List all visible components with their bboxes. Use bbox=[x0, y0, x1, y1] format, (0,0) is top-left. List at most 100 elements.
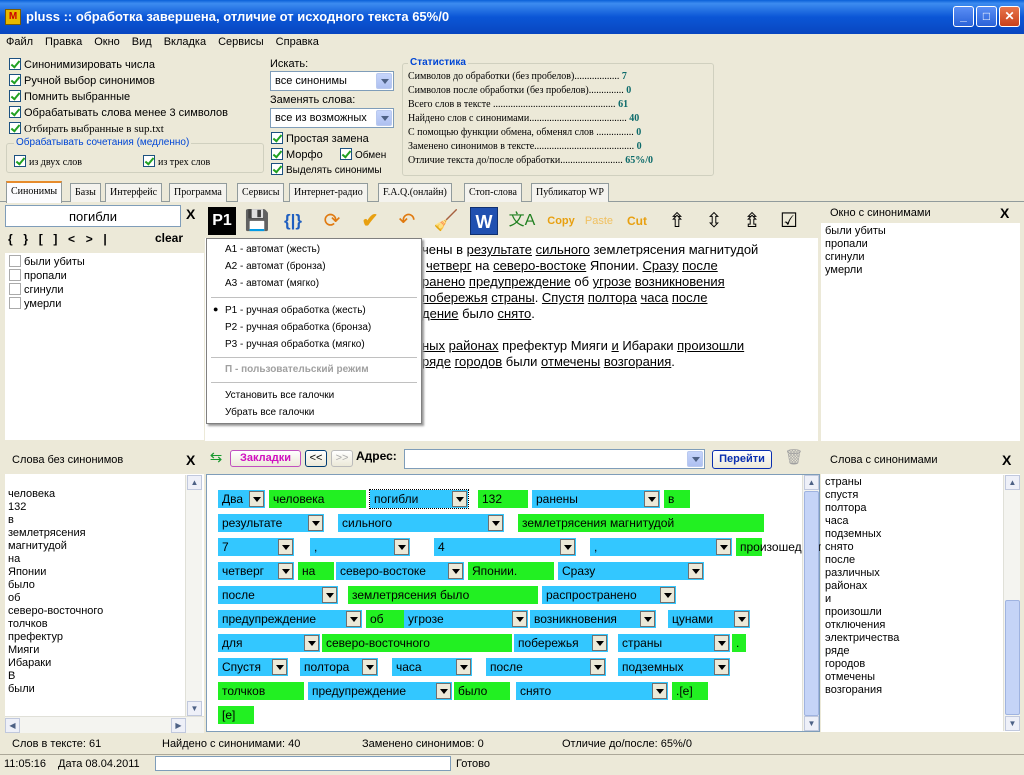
back-button[interactable]: << bbox=[305, 450, 327, 467]
synonym-option[interactable]: были убиты bbox=[9, 255, 200, 269]
words-without-hscrollbar[interactable]: ◀ ▶ bbox=[5, 716, 204, 733]
scroll-down-icon[interactable]: ▼ bbox=[1005, 716, 1020, 731]
word-chip-select[interactable]: часа bbox=[392, 658, 472, 676]
list-item[interactable]: возгорания bbox=[825, 684, 1016, 697]
word-chip-select[interactable]: Спустя bbox=[218, 658, 288, 676]
list-item[interactable]: подземных bbox=[825, 528, 1016, 541]
list-item[interactable]: после bbox=[825, 554, 1016, 567]
word-chip-select[interactable]: результате bbox=[218, 514, 324, 532]
option-morpho[interactable]: Морфо bbox=[271, 148, 323, 161]
symbol-button[interactable]: > bbox=[86, 232, 93, 246]
menu-view[interactable]: Вид bbox=[126, 34, 158, 48]
chevron-down-icon[interactable] bbox=[592, 635, 607, 651]
minimize-button[interactable]: _ bbox=[953, 6, 974, 27]
find-select[interactable]: все синонимы bbox=[270, 71, 394, 91]
list-item[interactable]: ряде bbox=[825, 645, 1016, 658]
chevron-down-icon[interactable] bbox=[452, 491, 467, 507]
check-icon[interactable]: ✔ bbox=[356, 207, 384, 235]
checkbox[interactable] bbox=[14, 155, 26, 167]
list-item[interactable]: пропали bbox=[825, 238, 1016, 251]
list-item[interactable]: 132 bbox=[8, 501, 201, 514]
list-item[interactable]: страны bbox=[825, 476, 1016, 489]
words-without-scrollbar[interactable]: ▲ ▼ bbox=[185, 475, 202, 716]
symbol-button[interactable]: } bbox=[23, 232, 28, 246]
word-chip-select[interactable]: распространено bbox=[542, 586, 676, 604]
menu-item-p2[interactable]: P2 - ручная обработка (бронза) bbox=[225, 322, 371, 333]
scroll-up-icon[interactable]: ▲ bbox=[804, 475, 819, 490]
option-remember[interactable]: Помнить выбранные bbox=[9, 90, 130, 103]
checkbox[interactable] bbox=[9, 297, 21, 309]
word-chip-select[interactable]: возникновения bbox=[530, 610, 656, 628]
chevron-down-icon[interactable] bbox=[272, 659, 287, 675]
list-item[interactable]: часа bbox=[825, 515, 1016, 528]
chevron-down-icon[interactable] bbox=[394, 539, 409, 555]
symbol-button[interactable]: [ bbox=[39, 232, 43, 246]
go-button[interactable]: Перейти bbox=[712, 450, 772, 469]
chevron-down-icon[interactable] bbox=[376, 110, 392, 126]
list-item[interactable]: городов bbox=[825, 658, 1016, 671]
list-item[interactable]: на bbox=[8, 553, 201, 566]
chevron-down-icon[interactable] bbox=[456, 659, 471, 675]
list-item[interactable]: и bbox=[825, 593, 1016, 606]
chevron-down-icon[interactable] bbox=[436, 683, 451, 699]
chevron-down-icon[interactable] bbox=[249, 491, 264, 507]
list-item[interactable]: электричества bbox=[825, 632, 1016, 645]
symbol-button[interactable]: ] bbox=[53, 232, 57, 246]
word-chip-select[interactable]: снято bbox=[516, 682, 668, 700]
chevron-down-icon[interactable] bbox=[346, 611, 361, 627]
list-item[interactable]: полтора bbox=[825, 502, 1016, 515]
list-item[interactable]: Японии bbox=[8, 566, 201, 579]
symbol-button[interactable]: | bbox=[103, 232, 106, 246]
chevron-down-icon[interactable] bbox=[512, 611, 527, 627]
menu-item-p3[interactable]: P3 - ручная обработка (мягко) bbox=[225, 339, 365, 350]
p1-mode-button[interactable]: P1 bbox=[208, 207, 236, 235]
option-sup[interactable]: Отбирать выбранные в sup.txt bbox=[9, 122, 164, 135]
option-numbers[interactable]: Синонимизировать числа bbox=[9, 58, 155, 71]
word-chip-select[interactable]: предупреждение bbox=[218, 610, 362, 628]
list-item[interactable]: В bbox=[8, 670, 201, 683]
word-chip-select[interactable]: предупреждение bbox=[308, 682, 452, 700]
chevron-down-icon[interactable] bbox=[687, 451, 703, 467]
chevron-down-icon[interactable] bbox=[716, 539, 731, 555]
list-item[interactable]: районах bbox=[825, 580, 1016, 593]
list-item[interactable]: Мияги bbox=[8, 644, 201, 657]
word-chip-select[interactable]: Сразу bbox=[558, 562, 704, 580]
checkbox[interactable] bbox=[271, 132, 283, 144]
menu-tab[interactable]: Вкладка bbox=[158, 34, 212, 48]
chevron-down-icon[interactable] bbox=[278, 539, 293, 555]
word-chip-select[interactable]: для bbox=[218, 634, 320, 652]
chevron-down-icon[interactable] bbox=[376, 73, 392, 89]
address-input[interactable] bbox=[404, 449, 705, 469]
list-item[interactable]: в bbox=[8, 514, 201, 527]
synonym-option[interactable]: пропали bbox=[9, 269, 200, 283]
broom-icon[interactable]: 🧹 bbox=[432, 207, 460, 235]
copy-button[interactable]: Copy bbox=[546, 207, 576, 235]
menu-services[interactable]: Сервисы bbox=[212, 34, 270, 48]
word-chip-select[interactable]: четверг bbox=[218, 562, 294, 580]
current-word-field[interactable]: погибли bbox=[5, 205, 181, 227]
translate-icon[interactable]: 文A bbox=[508, 207, 536, 235]
close-window-button[interactable]: ✕ bbox=[999, 6, 1020, 27]
word-chip-select[interactable]: , bbox=[310, 538, 410, 556]
list-item[interactable]: были убиты bbox=[825, 225, 1016, 238]
menu-item-a3[interactable]: A3 - автомат (мягко) bbox=[225, 278, 319, 289]
menu-item-uncheck-all[interactable]: Убрать все галочки bbox=[225, 407, 314, 418]
menu-item-a2[interactable]: A2 - автомат (бронза) bbox=[225, 261, 326, 272]
tab-stopwords[interactable]: Стоп-слова bbox=[464, 183, 522, 202]
checkbox[interactable] bbox=[9, 283, 21, 295]
chevron-down-icon[interactable] bbox=[362, 659, 377, 675]
list-item[interactable]: землетрясения bbox=[8, 527, 201, 540]
chevron-down-icon[interactable] bbox=[652, 683, 667, 699]
chevron-down-icon[interactable] bbox=[322, 587, 337, 603]
word-chip-select[interactable]: подземных bbox=[618, 658, 730, 676]
word-chip-select[interactable]: ранены bbox=[532, 490, 660, 508]
scroll-thumb[interactable] bbox=[804, 491, 819, 716]
chevron-down-icon[interactable] bbox=[278, 563, 293, 579]
scroll-down-icon[interactable]: ▼ bbox=[804, 716, 819, 731]
checkbox[interactable] bbox=[143, 155, 155, 167]
scroll-left-icon[interactable]: ◀ bbox=[5, 718, 20, 733]
chevron-down-icon[interactable] bbox=[308, 515, 323, 531]
tab-services[interactable]: Сервисы bbox=[237, 183, 285, 202]
list-item[interactable]: северо-восточного bbox=[8, 605, 201, 618]
symbol-button[interactable]: { bbox=[8, 232, 13, 246]
